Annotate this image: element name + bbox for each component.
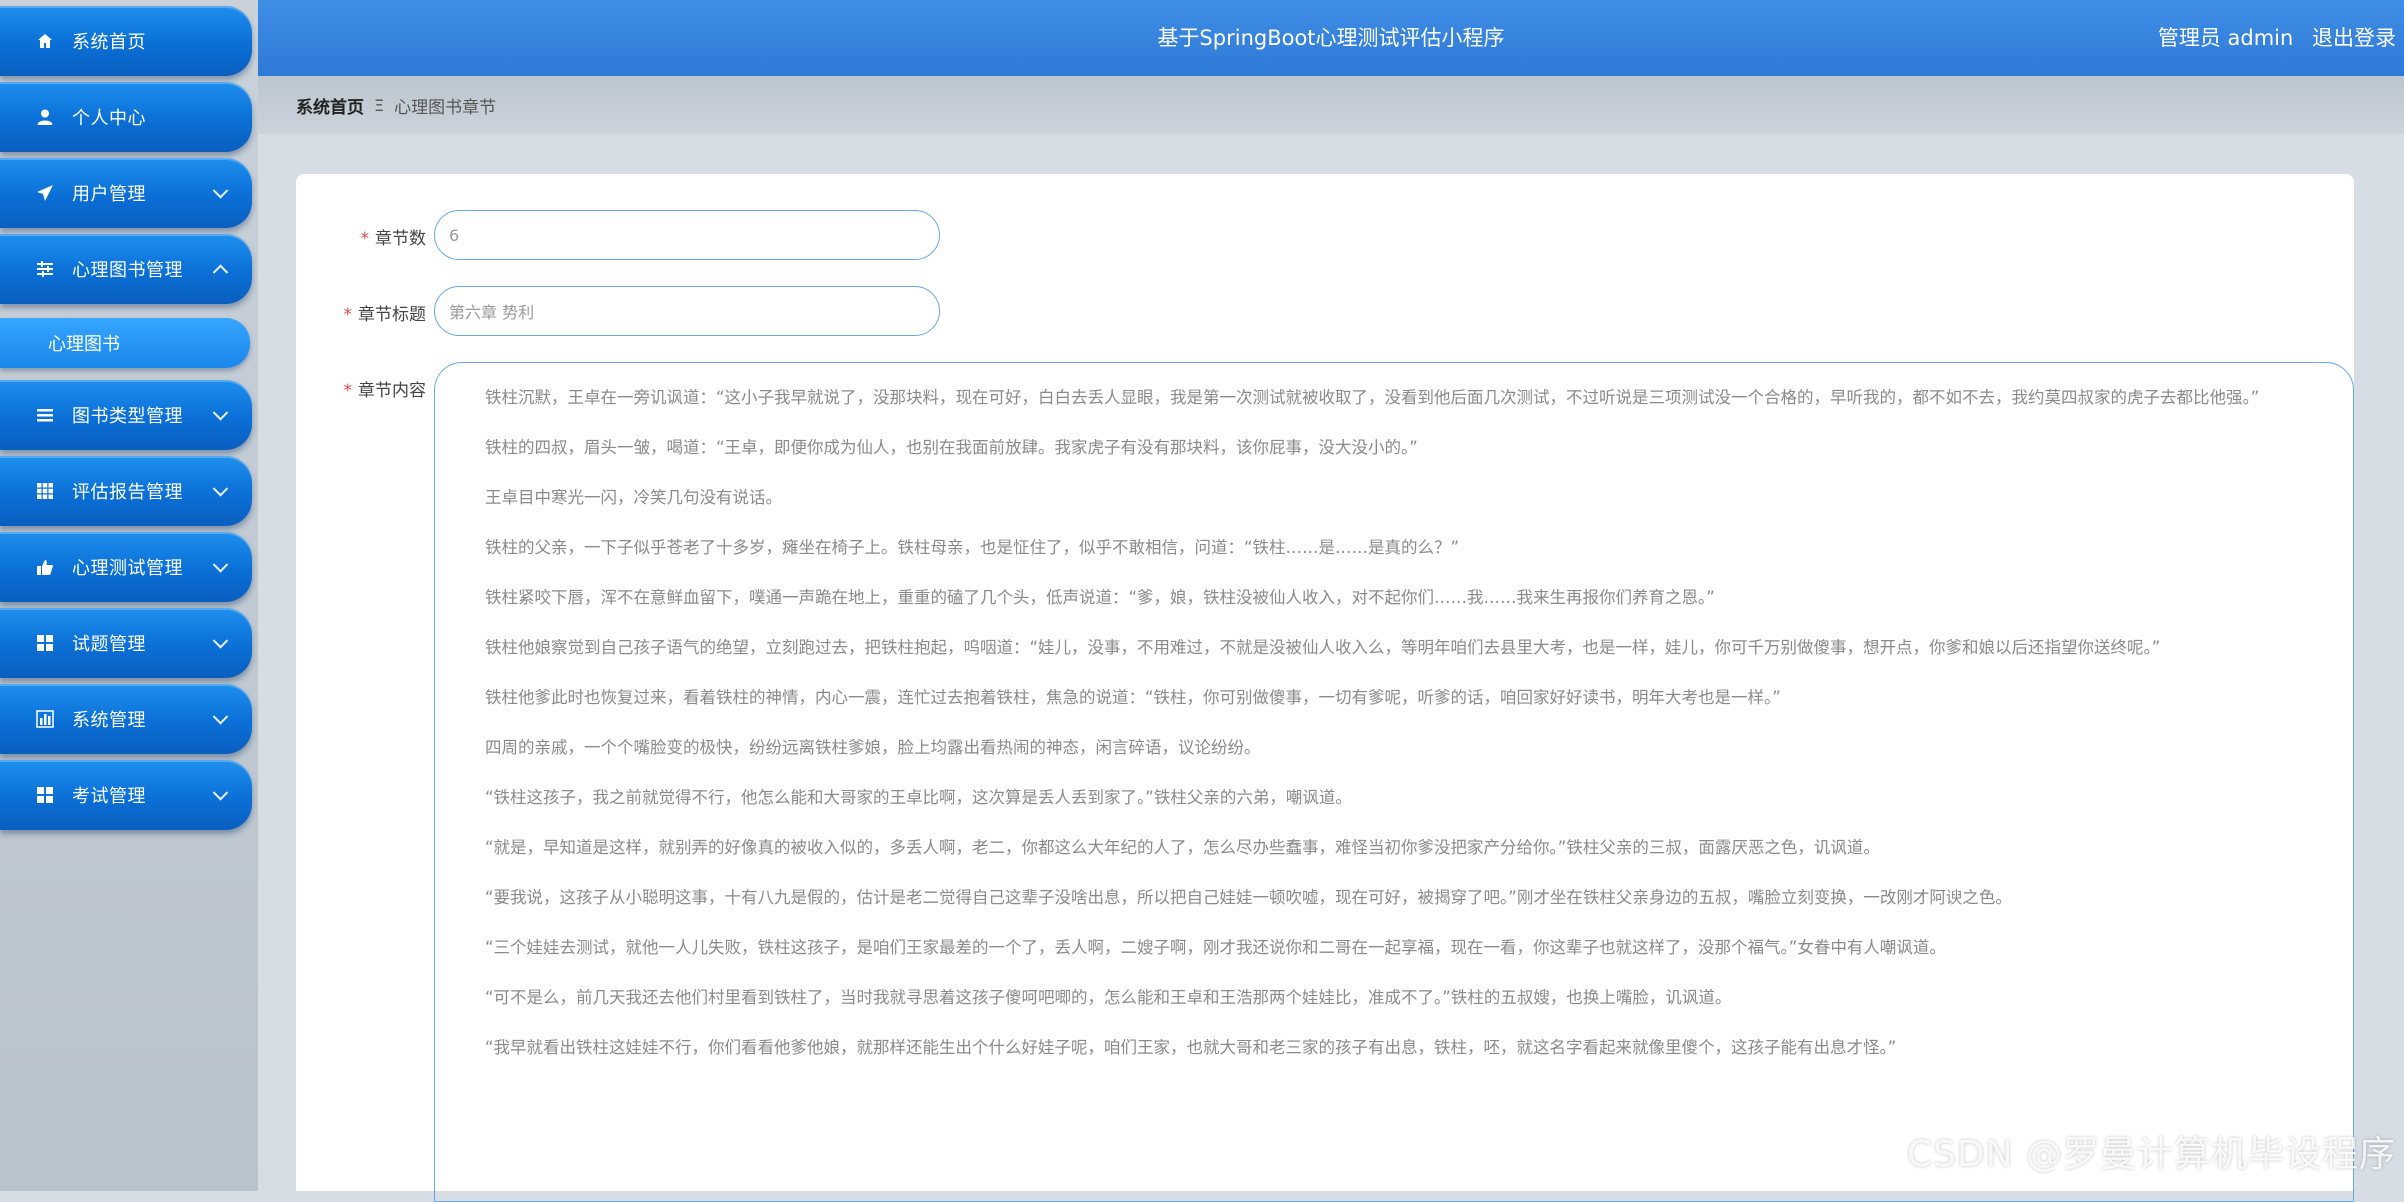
form-panel: *章节数 *章节标题 *章节内容 铁柱沉默，王卓在一旁讥讽道：“这小子我早就说了… (296, 174, 2354, 1202)
sidebar-item-label: 系统管理 (72, 710, 146, 731)
logout-button[interactable]: 退出登录 (2312, 26, 2396, 50)
sidebar-item-profile[interactable]: 个人中心 (0, 82, 252, 152)
content-paragraph: 铁柱他娘察觉到自己孩子语气的绝望，立刻跑过去，把铁柱抱起，呜咽道：“娃儿，没事，… (485, 638, 2161, 657)
content-paragraph: “三个娃娃去测试，就他一人儿失败，铁柱这孩子，是咱们王家最差的一个了，丢人啊，二… (485, 938, 1946, 957)
sidebar-item-label: 评估报告管理 (72, 482, 183, 503)
sidebar-item-label: 图书类型管理 (72, 406, 183, 427)
content-paragraph: 铁柱的四叔，眉头一皱，喝道：“王卓，即便你成为仙人，也别在我面前放肆。我家虎子有… (485, 438, 1418, 457)
chevron-up-icon (212, 264, 229, 281)
home-icon (34, 30, 56, 52)
sidebar-item-label: 用户管理 (72, 184, 146, 205)
sidebar-item-label: 系统首页 (72, 32, 146, 53)
sidebar-item-home[interactable]: 系统首页 (0, 6, 252, 76)
required-mark: * (343, 305, 353, 325)
grid-icon (34, 632, 56, 654)
sidebar-item-system[interactable]: 系统管理 (0, 684, 252, 754)
breadcrumb-home[interactable]: 系统首页 (296, 93, 364, 118)
content-paragraph: 铁柱的父亲，一下子似乎苍老了十多岁，瘫坐在椅子上。铁柱母亲，也是怔住了，似乎不敢… (485, 538, 1460, 557)
sliders-icon (34, 258, 56, 280)
content-paragraph: “我早就看出铁柱这娃娃不行，你们看看他爹他娘，就那样还能生出个什么好娃子呢，咱们… (485, 1038, 1897, 1057)
breadcrumb-current: 心理图书章节 (394, 97, 497, 118)
sidebar-item-questions[interactable]: 试题管理 (0, 608, 252, 678)
thumb-icon (34, 556, 56, 578)
chapter-num-label: * 章节数 (360, 229, 427, 249)
sidebar-item-label: 试题管理 (72, 634, 146, 655)
breadcrumb: 系统首页 Ξ 心理图书章节 (258, 76, 2404, 134)
chapter-content-label: * 章节内容 (343, 381, 427, 401)
sidebar-item-users[interactable]: 用户管理 (0, 158, 252, 228)
content-paragraph: 王卓目中寒光一闪，冷笑几句没有说话。 (485, 488, 782, 507)
chevron-down-icon (212, 405, 229, 421)
content-paragraph: “要我说，这孩子从小聪明这事，十有八九是假的，估计是老二觉得自己这辈子没啥出息，… (485, 888, 2012, 907)
content-paragraph: “可不是么，前几天我还去他们村里看到铁柱了，当时我就寻思着这孩子傻呵吧唧的，怎么… (485, 988, 1732, 1007)
chevron-down-icon (212, 709, 229, 725)
content-paragraph: “铁柱这孩子，我之前就觉得不行，他怎么能和大哥家的王卓比啊，这次算是丢人丢到家了… (485, 788, 1352, 807)
top-header: 基于SpringBoot心理测试评估小程序 管理员 admin 退出登录 (258, 0, 2404, 76)
required-mark: * (343, 381, 353, 401)
sidebar-item-tests[interactable]: 心理测试管理 (0, 532, 252, 602)
user-label: 管理员 admin (2157, 26, 2294, 50)
chevron-down-icon (212, 481, 229, 497)
app-title: 基于SpringBoot心理测试评估小程序 (1157, 26, 1505, 50)
sidebar: 系统首页 个人中心 用户管理 心理图书管理 心理图书 图书类型管理 评估报告管理 (0, 0, 258, 1191)
chevron-down-icon (212, 633, 229, 649)
header-user-area: 管理员 admin 退出登录 (2146, 0, 2396, 76)
chevron-down-icon (212, 183, 229, 199)
sidebar-subitem-books[interactable]: 心理图书 (0, 318, 250, 368)
chevron-down-icon (212, 785, 229, 801)
content-paragraph: 铁柱紧咬下唇，浑不在意鲜血留下，噗通一声跪在地上，重重的磕了几个头，低声说道：“… (485, 588, 1715, 607)
sidebar-item-exams[interactable]: 考试管理 (0, 760, 252, 830)
sidebar-item-label: 个人中心 (72, 108, 146, 129)
list-icon (34, 404, 56, 426)
watermark: CSDN @罗曼计算机毕设程序 (1906, 1134, 2396, 1175)
user-icon (34, 106, 56, 128)
sidebar-item-book-types[interactable]: 图书类型管理 (0, 380, 252, 450)
sidebar-item-reports[interactable]: 评估报告管理 (0, 456, 252, 526)
content-paragraph: 铁柱沉默，王卓在一旁讥讽道：“这小子我早就说了，没那块料，现在可好，白白去丢人显… (485, 388, 2260, 407)
breadcrumb-separator: Ξ (374, 95, 385, 115)
chapter-title-input[interactable] (434, 286, 940, 336)
chapter-title-label: * 章节标题 (343, 305, 427, 325)
content-paragraph: 铁柱他爹此时也恢复过来，看着铁柱的神情，内心一震，连忙过去抱着铁柱，焦急的说道：… (485, 688, 1781, 707)
sidebar-item-label: 心理测试管理 (72, 558, 183, 579)
send-icon (34, 182, 56, 204)
required-mark: * (360, 229, 370, 249)
chapter-num-input[interactable] (434, 210, 940, 260)
sidebar-item-books[interactable]: 心理图书管理 (0, 234, 252, 304)
chart-icon (34, 708, 56, 730)
chapter-content-editor[interactable]: 铁柱沉默，王卓在一旁讥讽道：“这小子我早就说了，没那块料，现在可好，白白去丢人显… (434, 362, 2354, 1202)
content-paragraph: 四周的亲戚，一个个嘴脸变的极快，纷纷远离铁柱爹娘，脸上均露出看热闹的神态，闲言碎… (485, 738, 1261, 757)
chevron-down-icon (212, 557, 229, 573)
sidebar-item-label: 心理图书管理 (72, 260, 183, 281)
sidebar-item-label: 考试管理 (72, 786, 146, 807)
grid-icon (34, 480, 56, 502)
content-paragraph: “就是，早知道是这样，就别弄的好像真的被收入似的，多丢人啊，老二，你都这么大年纪… (485, 838, 1880, 857)
grid-icon (34, 784, 56, 806)
